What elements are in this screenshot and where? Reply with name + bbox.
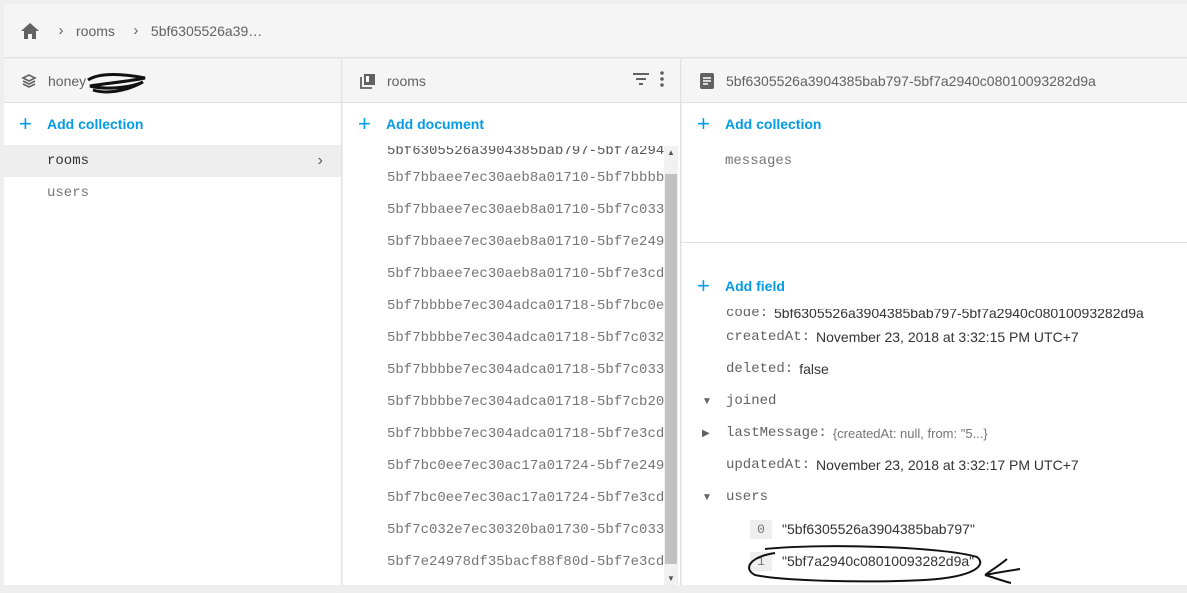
field-key: lastMessage:	[726, 425, 827, 441]
collection-item-rooms[interactable]: rooms ›	[4, 145, 341, 177]
field-row-joined[interactable]: ▼ joined	[682, 385, 1187, 417]
field-row-lastMessage[interactable]: ▶ lastMessage: {createdAt: null, from: "…	[682, 417, 1187, 449]
scrollbar-thumb[interactable]	[665, 174, 677, 564]
home-icon[interactable]	[20, 21, 40, 41]
add-collection-button[interactable]: + Add collection	[4, 103, 341, 145]
breadcrumb-item-document[interactable]: 5bf6305526a39…	[151, 23, 262, 39]
document-panel: 5bf6305526a3904385bab797-5bf7a2940c08010…	[682, 59, 1187, 585]
document-item[interactable]: 5bf7bbaee7ec30aeb8a01710-5bf7bbbb	[343, 162, 666, 194]
document-panel-header: 5bf6305526a3904385bab797-5bf7a2940c08010…	[682, 59, 1187, 103]
document-item[interactable]: 5bf7bbaee7ec30aeb8a01710-5bf7e249	[343, 226, 666, 258]
plus-icon: +	[19, 111, 32, 136]
field-value: November 23, 2018 at 3:32:17 PM UTC+7	[816, 457, 1079, 473]
add-field-button[interactable]: + Add field	[682, 265, 1187, 307]
document-item[interactable]: 5bf7bc0ee7ec30ac17a01724-5bf7e249	[343, 450, 666, 482]
field-row-deleted[interactable]: deleted: false	[682, 353, 1187, 385]
breadcrumb: › rooms › 5bf6305526a39…	[4, 4, 1187, 58]
document-item[interactable]: 5bf7bbbbe7ec304adca01718-5bf7e3cd	[343, 418, 666, 450]
root-panel: honey + Add collection rooms › users	[4, 59, 342, 585]
filter-icon[interactable]	[632, 72, 650, 89]
more-vert-icon[interactable]	[660, 71, 664, 90]
field-key: updatedAt:	[726, 457, 811, 473]
field-row-updatedAt[interactable]: updatedAt: November 23, 2018 at 3:32:17 …	[682, 449, 1187, 481]
subcollection-item-messages[interactable]: messages	[682, 145, 1187, 177]
plus-icon: +	[697, 111, 710, 136]
collection-item-users[interactable]: users	[4, 177, 341, 209]
document-item[interactable]: 5bf6305526a3904385bab797-5bf7a294	[343, 146, 666, 162]
field-value: {createdAt: null, from: "5...}	[832, 425, 988, 441]
collection-label: users	[47, 185, 90, 201]
array-value: "5bf7a2940c08010093282d9a"	[782, 553, 975, 569]
document-item[interactable]: 5bf7bc0ee7ec30ac17a01724-5bf7e3cd	[343, 482, 666, 514]
root-panel-header: honey	[4, 59, 341, 103]
add-document-label: Add document	[386, 116, 484, 132]
add-collection-button[interactable]: + Add collection	[682, 103, 1187, 145]
field-value: November 23, 2018 at 3:32:15 PM UTC+7	[816, 329, 1079, 345]
array-index: 0	[750, 519, 772, 539]
document-list: 5bf6305526a3904385bab797-5bf7a294 5bf7bb…	[343, 146, 666, 585]
field-list: code: 5bf6305526a3904385bab797-5bf7a2940…	[682, 309, 1187, 585]
document-item[interactable]: 5bf7c032e7ec30320ba01730-5bf7c033	[343, 514, 666, 546]
expand-more-icon[interactable]: ▼	[702, 396, 712, 407]
chevron-right-icon: ›	[133, 22, 139, 39]
document-icon	[698, 72, 716, 90]
scrollbar[interactable]: ▲ ▼	[664, 146, 678, 585]
field-key: users	[726, 489, 769, 505]
chevron-right-icon: ›	[58, 22, 64, 39]
subcollection-section: + Add collection messages	[682, 103, 1187, 243]
add-collection-label: Add collection	[725, 116, 822, 132]
add-document-button[interactable]: + Add document	[343, 103, 680, 145]
field-key: joined	[726, 393, 777, 409]
field-row-users[interactable]: ▼ users	[682, 481, 1187, 513]
expand-right-icon[interactable]: ▶	[702, 428, 710, 439]
project-name: honey	[48, 72, 87, 89]
field-key: createdAt:	[726, 329, 811, 345]
scroll-up-icon[interactable]: ▲	[667, 148, 675, 157]
breadcrumb-item-rooms[interactable]: rooms	[76, 23, 115, 39]
document-item[interactable]: 5bf7bbbbe7ec304adca01718-5bf7c032	[343, 322, 666, 354]
collection-panel-header: rooms	[343, 59, 680, 103]
document-item[interactable]: 5bf7bbbbe7ec304adca01718-5bf7c033	[343, 354, 666, 386]
document-item[interactable]: 5bf7bbaee7ec30aeb8a01710-5bf7e3cd	[343, 258, 666, 290]
plus-icon: +	[358, 111, 371, 136]
collection-icon	[359, 72, 377, 90]
add-collection-label: Add collection	[47, 116, 144, 132]
document-item[interactable]: 5bf7bbbbe7ec304adca01718-5bf7bc0e	[343, 290, 666, 322]
add-field-label: Add field	[725, 278, 785, 294]
scroll-down-icon[interactable]: ▼	[667, 574, 675, 583]
document-title: 5bf6305526a3904385bab797-5bf7a2940c08010…	[726, 72, 1096, 89]
field-value: 5bf6305526a3904385bab797-5bf7a2940c08010…	[774, 309, 1144, 321]
collection-title: rooms	[387, 72, 426, 89]
expand-more-icon[interactable]: ▼	[702, 492, 712, 503]
chevron-right-icon: ›	[315, 152, 325, 170]
document-item[interactable]: 5bf7bbbbe7ec304adca01718-5bf7cb20	[343, 386, 666, 418]
plus-icon: +	[697, 273, 710, 298]
field-row-code[interactable]: code: 5bf6305526a3904385bab797-5bf7a2940…	[682, 309, 1187, 321]
database-icon	[20, 72, 38, 90]
array-item[interactable]: 0 "5bf6305526a3904385bab797"	[682, 513, 1187, 545]
array-item[interactable]: 1 "5bf7a2940c08010093282d9a"	[682, 545, 1187, 577]
document-item[interactable]: 5bf7e24978df35bacf88f80d-5bf7e3cd	[343, 546, 666, 578]
field-value: false	[799, 361, 829, 377]
collection-label: rooms	[47, 153, 90, 169]
collection-panel: rooms + Add document 5bf6305526a3904385b…	[343, 59, 681, 585]
array-index: 1	[750, 551, 772, 571]
array-value: "5bf6305526a3904385bab797"	[782, 521, 975, 537]
field-row-createdAt[interactable]: createdAt: November 23, 2018 at 3:32:15 …	[682, 321, 1187, 353]
field-key: deleted:	[726, 361, 794, 377]
document-item[interactable]: 5bf7bbaee7ec30aeb8a01710-5bf7c033	[343, 194, 666, 226]
field-key: code:	[726, 309, 769, 321]
